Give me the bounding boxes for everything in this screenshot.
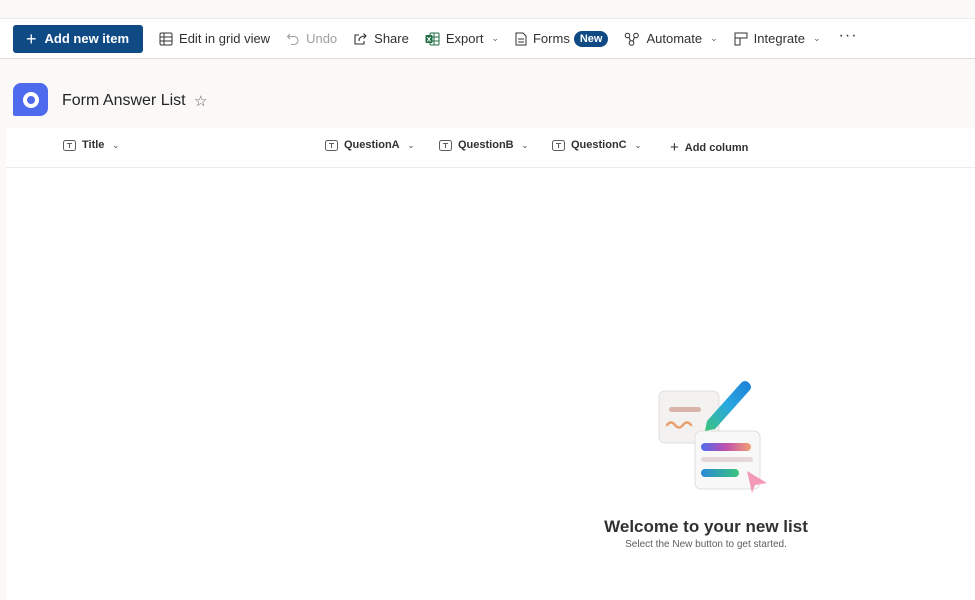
- integrate-button[interactable]: Integrate ⌄: [726, 24, 829, 54]
- list-view: Title ⌄ QuestionA ⌄ QuestionB ⌄ Question…: [6, 128, 975, 600]
- list-icon: [13, 83, 48, 116]
- export-button[interactable]: X Export ⌄: [417, 24, 507, 54]
- column-header-questiona[interactable]: QuestionA ⌄: [325, 139, 414, 151]
- export-label: Export: [445, 31, 484, 46]
- share-icon: [354, 32, 367, 45]
- column-header-questionc[interactable]: QuestionC ⌄: [552, 139, 641, 151]
- empty-state-subtext: Select the New button to get started.: [625, 539, 787, 550]
- chevron-down-icon: ⌄: [112, 140, 120, 150]
- undo-button[interactable]: Undo: [278, 24, 345, 54]
- text-column-icon: [552, 139, 565, 151]
- automate-button[interactable]: Automate ⌄: [616, 24, 725, 54]
- share-label: Share: [374, 31, 409, 46]
- text-column-icon: [325, 139, 338, 151]
- new-badge: New: [573, 30, 609, 47]
- chevron-down-icon: ⌄: [491, 33, 499, 43]
- forms-button[interactable]: Forms New: [507, 24, 616, 54]
- more-options-button[interactable]: ···: [829, 27, 868, 45]
- plus-icon: +: [26, 28, 37, 49]
- column-header-label: QuestionA: [344, 139, 400, 151]
- command-bar: + Add new item Edit in grid view Undo Sh…: [0, 18, 975, 59]
- text-column-icon: [439, 139, 452, 151]
- undo-label: Undo: [306, 31, 338, 46]
- grid-icon: [159, 32, 173, 45]
- column-header-label: QuestionC: [571, 139, 627, 151]
- integrate-label: Integrate: [753, 31, 805, 46]
- chevron-down-icon: ⌄: [710, 33, 718, 43]
- add-column-button[interactable]: + Add column: [670, 139, 748, 156]
- favorite-star-icon[interactable]: ☆: [194, 92, 207, 110]
- undo-icon: [286, 33, 299, 45]
- edit-grid-view-button[interactable]: Edit in grid view: [151, 24, 278, 54]
- column-header-row: Title ⌄ QuestionA ⌄ QuestionB ⌄ Question…: [6, 128, 975, 168]
- forms-icon: [515, 32, 527, 45]
- column-header-label: QuestionB: [458, 139, 514, 151]
- excel-icon: X: [425, 32, 440, 45]
- column-header-title[interactable]: Title ⌄: [63, 139, 119, 151]
- forms-label: Forms: [532, 31, 570, 46]
- column-header-questionb[interactable]: QuestionB ⌄: [439, 139, 528, 151]
- share-button[interactable]: Share: [345, 24, 417, 54]
- automate-label: Automate: [646, 31, 703, 46]
- chevron-down-icon: ⌄: [634, 140, 642, 150]
- automate-icon: [625, 32, 640, 46]
- add-new-item-button[interactable]: + Add new item: [13, 24, 144, 53]
- integrate-icon: [734, 32, 748, 45]
- add-column-label: Add column: [684, 141, 749, 154]
- chevron-down-icon: ⌄: [407, 140, 415, 150]
- empty-list-illustration: [658, 381, 767, 493]
- chevron-down-icon: ⌄: [521, 140, 529, 150]
- page-title: Form Answer List: [62, 92, 186, 109]
- add-new-item-label: Add new item: [44, 31, 130, 46]
- edit-grid-view-label: Edit in grid view: [179, 31, 271, 46]
- svg-text:X: X: [427, 36, 432, 43]
- plus-icon: +: [670, 139, 679, 156]
- column-header-label: Title: [82, 139, 105, 151]
- empty-state-heading: Welcome to your new list: [604, 517, 808, 536]
- text-column-icon: [63, 139, 76, 151]
- chevron-down-icon: ⌄: [812, 33, 821, 43]
